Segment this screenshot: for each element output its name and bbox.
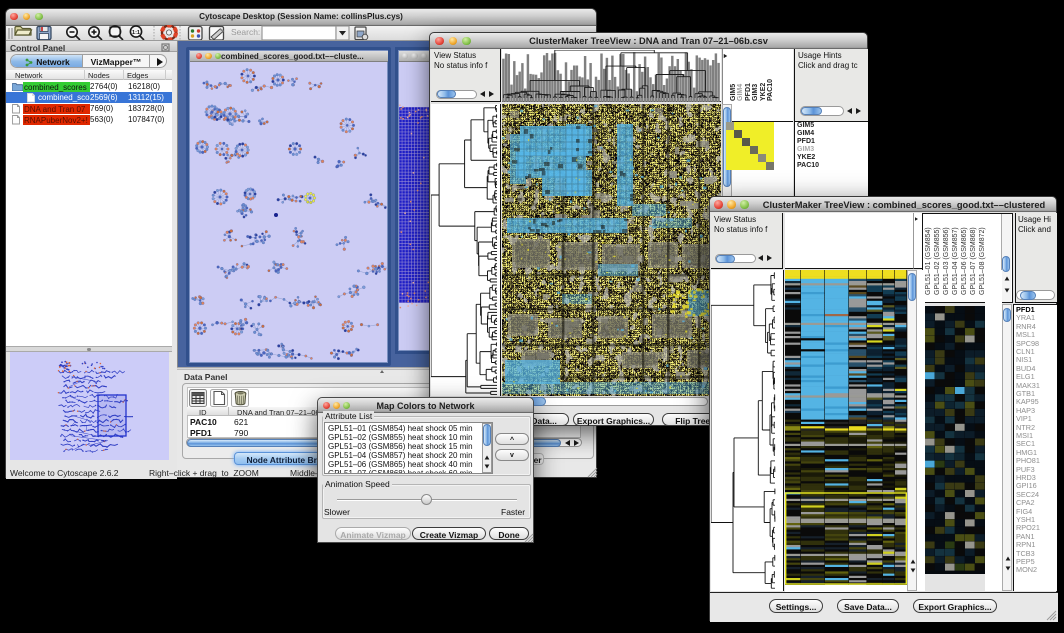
svg-text:Search:: Search: [231,27,260,37]
svg-text:1:1: 1:1 [132,30,140,36]
